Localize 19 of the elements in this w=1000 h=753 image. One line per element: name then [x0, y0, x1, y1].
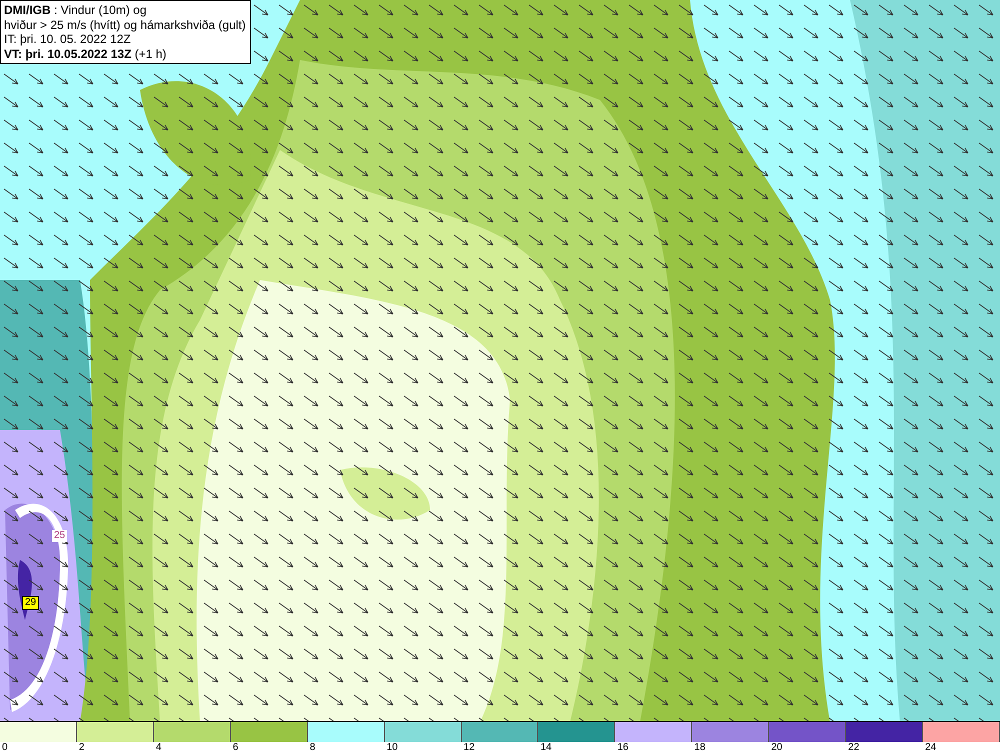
legend-tick-label: 10 — [386, 742, 399, 753]
legend-tick-label: 14 — [539, 742, 553, 753]
legend-tick-label: 8 — [308, 742, 316, 753]
legend-tick-label: 24 — [924, 742, 938, 753]
legend-tick-label: 6 — [232, 742, 240, 753]
legend-tick-label: 18 — [693, 742, 706, 753]
header-line: IT: þri. 10. 05. 2022 12Z — [4, 32, 132, 46]
header-line: VT: þri. 10.05.2022 13Z (+1 h) — [4, 46, 168, 61]
legend-tick-label: 22 — [847, 742, 860, 753]
legend-tick-label: 12 — [462, 742, 476, 753]
contour-label: 25 — [52, 530, 68, 542]
max-gust-label: 29 — [22, 596, 40, 610]
legend-tick-label: 20 — [770, 742, 784, 753]
header-line: hviður > 25 m/s (hvítt) og hámarkshviða (gult) — [4, 18, 246, 32]
legend-tick-label: 16 — [616, 742, 630, 753]
legend-tick-label: 0 — [1, 742, 9, 753]
legend-tick-label: 4 — [154, 742, 162, 753]
header-line: DMI/IGB : Vindur (10m) og — [4, 3, 148, 18]
legend-tick-label: 2 — [78, 742, 86, 753]
